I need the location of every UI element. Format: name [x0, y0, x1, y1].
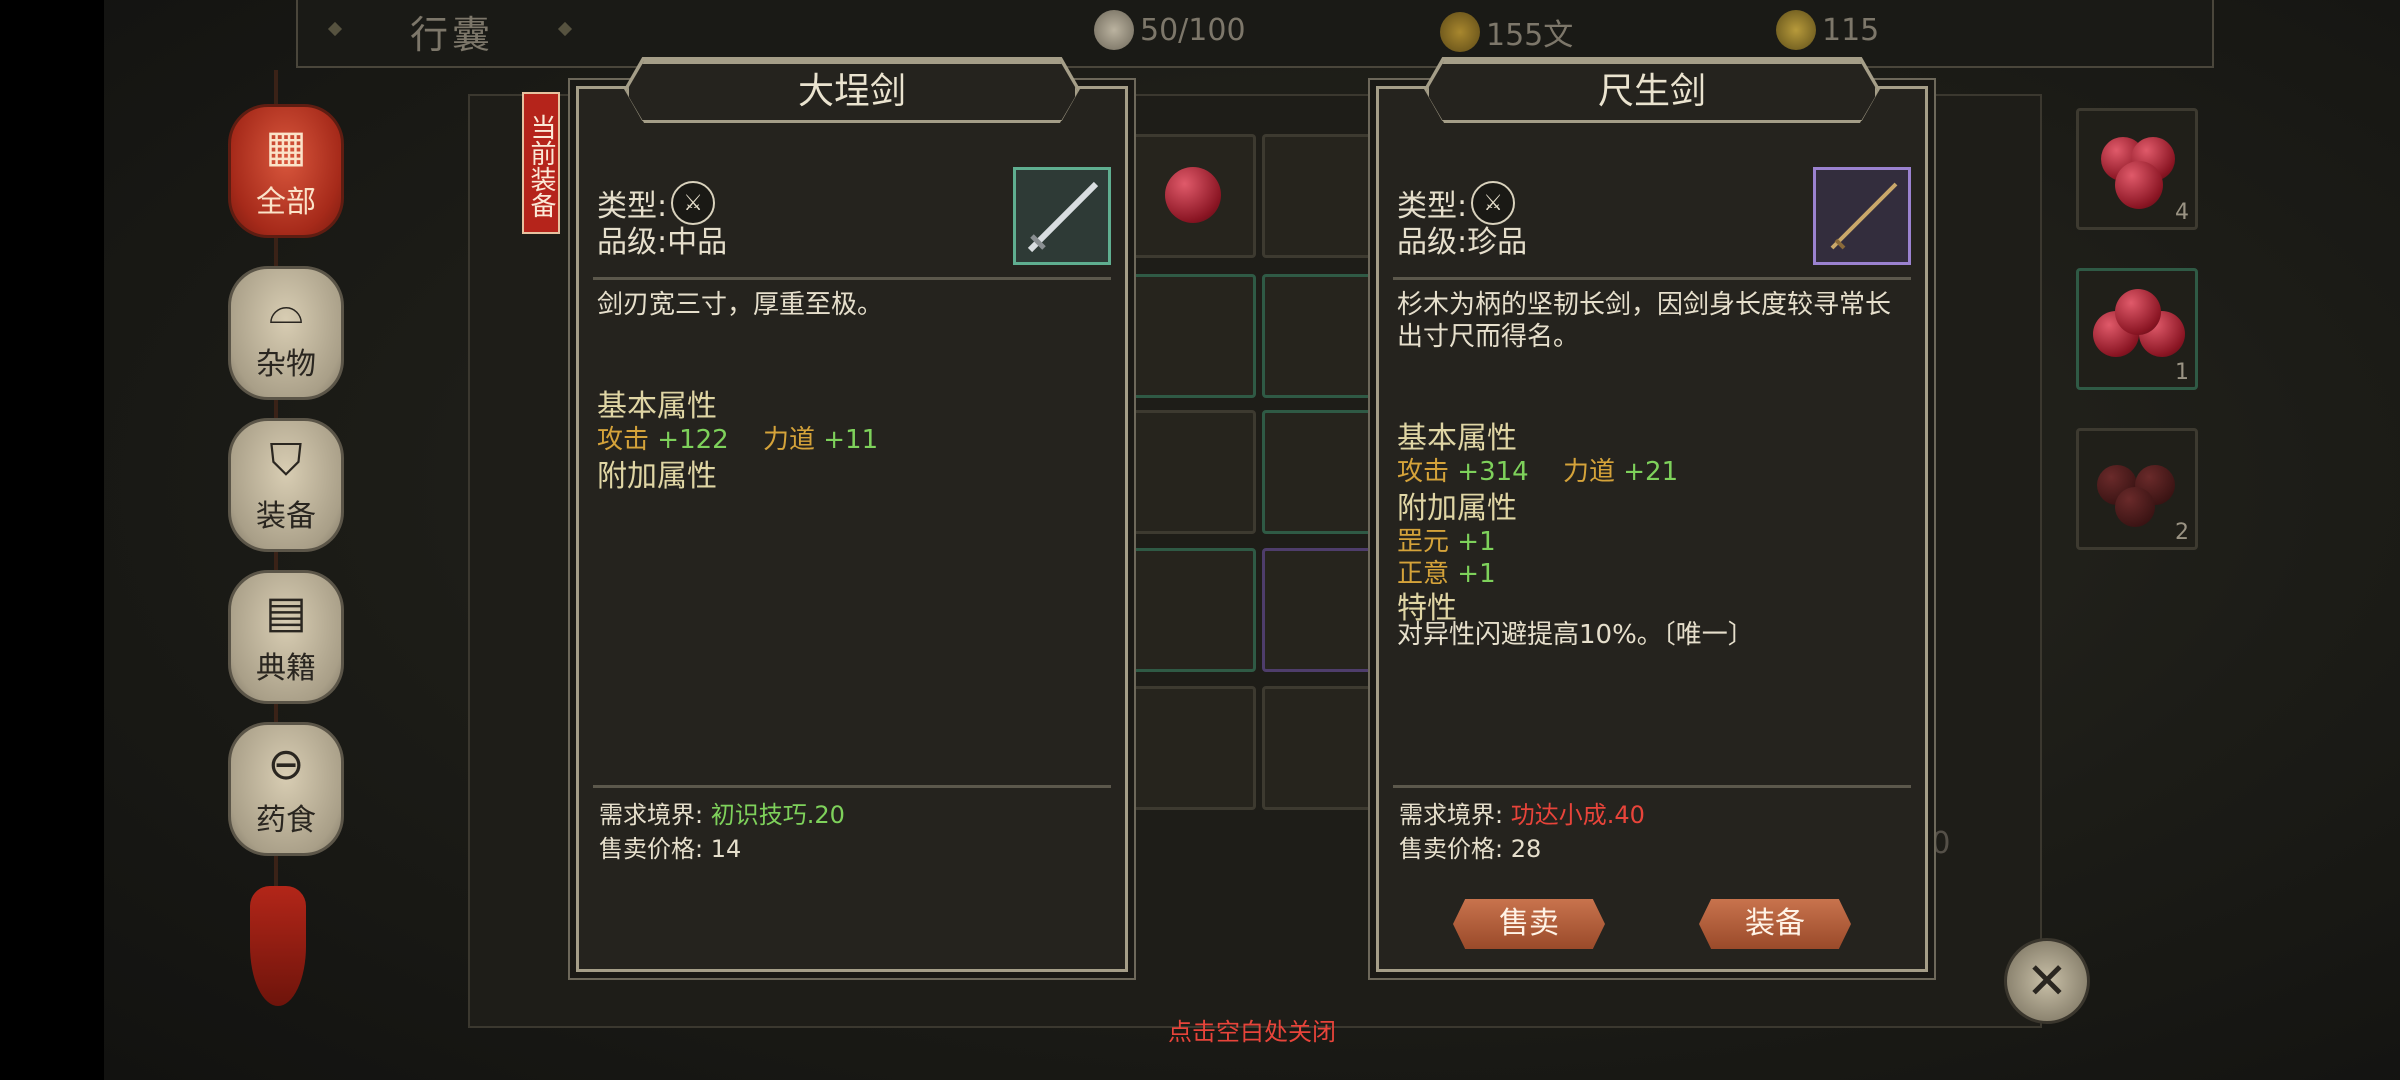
- grade-label: 品级:: [597, 225, 668, 260]
- lantern-tassel: [250, 886, 306, 1006]
- inventory-slot[interactable]: [1262, 274, 1386, 398]
- side-item-slot[interactable]: 2: [2076, 428, 2198, 550]
- tab-books[interactable]: ▤ 典籍: [228, 570, 344, 704]
- price-value: 14: [710, 835, 742, 863]
- inventory-slot[interactable]: [1132, 548, 1256, 672]
- capacity-value: 50/100: [1140, 12, 1246, 48]
- fan-icon: ⌓: [268, 283, 304, 334]
- price-row: 售卖价格: 28: [1399, 829, 1541, 864]
- close-icon: ✕: [2026, 952, 2068, 1010]
- header-ornament: [327, 21, 343, 37]
- item-count: 1: [2175, 360, 2189, 385]
- sell-button[interactable]: 售卖: [1453, 899, 1605, 949]
- requirement-label: 需求境界:: [1399, 801, 1504, 829]
- side-item-slot[interactable]: 1: [2076, 268, 2198, 390]
- armor-icon: ⛉: [269, 435, 303, 486]
- requirement-row: 需求境界: 初识技巧.20: [599, 795, 845, 830]
- requirement-value: 功达小成.40: [1510, 801, 1645, 829]
- item-name: 大埕剑: [626, 61, 1078, 123]
- tab-food[interactable]: ⊖ 药食: [228, 722, 344, 856]
- sword-item-icon: [1813, 167, 1911, 265]
- grade-label: 品级:: [1397, 225, 1468, 260]
- side-item-slot[interactable]: 4: [2076, 108, 2198, 230]
- inventory-slot[interactable]: [1132, 134, 1256, 258]
- attr-value: +1: [1457, 559, 1496, 589]
- divider: [593, 785, 1111, 788]
- tab-all-label: 全部: [256, 185, 316, 220]
- inventory-slot[interactable]: [1132, 686, 1256, 810]
- grade-row: 品级: 中品: [597, 217, 727, 261]
- extra-attr-title: 附加属性: [597, 459, 717, 494]
- inventory-slot[interactable]: [1132, 274, 1256, 398]
- divider: [1393, 785, 1911, 788]
- item-description: 杉木为柄的坚韧长剑，因剑身长度较寻常长出寸尺而得名。: [1397, 290, 1892, 352]
- close-button[interactable]: ✕: [2004, 938, 2090, 1024]
- tab-misc-label: 杂物: [256, 347, 316, 382]
- item-name: 尺生剑: [1426, 61, 1878, 123]
- grid-icon: ▦: [265, 121, 307, 172]
- inventory-title: 行囊: [410, 13, 495, 57]
- requirement-label: 需求境界:: [599, 801, 704, 829]
- item-count: 4: [2175, 200, 2189, 225]
- grade-value: 中品: [667, 225, 728, 260]
- bag-icon: [1094, 10, 1134, 50]
- inventory-slot[interactable]: [1262, 410, 1386, 534]
- inventory-header: 行囊 50/100 155文 115: [296, 0, 2214, 68]
- coins-stat: 155文: [1440, 10, 1573, 54]
- equipped-item-panel: 大埕剑 类型: ⚔ 品级: 中品 剑刃宽三寸，厚重至极。 基本属性 攻击 +12…: [576, 57, 1128, 972]
- divider: [1393, 277, 1911, 280]
- requirement-value: 初识技巧.20: [710, 801, 845, 829]
- grade-value: 珍品: [1467, 225, 1528, 260]
- gold-ingot-icon: [1776, 10, 1816, 50]
- book-icon: ▤: [265, 587, 307, 638]
- attr-key: 力道: [762, 425, 815, 455]
- gold-stat: 115: [1776, 10, 1879, 50]
- attr-value: +21: [1623, 457, 1679, 487]
- inventory-slot[interactable]: [1262, 548, 1386, 672]
- close-hint: 点击空白处关闭: [1168, 1018, 1336, 1046]
- inventory-slot[interactable]: [1262, 134, 1386, 258]
- capacity-stat: 50/100: [1094, 10, 1246, 50]
- header-ornament: [557, 21, 573, 37]
- coin-icon: [1440, 12, 1480, 52]
- inventory-slot[interactable]: [1262, 686, 1386, 810]
- equip-button[interactable]: 装备: [1699, 899, 1851, 949]
- tab-books-label: 典籍: [256, 651, 316, 686]
- coins-value: 155文: [1486, 18, 1574, 53]
- gold-value: 115: [1822, 12, 1880, 48]
- attr-value: +11: [823, 425, 879, 455]
- tab-equip[interactable]: ⛉ 装备: [228, 418, 344, 552]
- compare-item-panel: 尺生剑 类型: ⚔ 品级: 珍品 杉木为柄的坚韧长剑，因剑身长度较寻常长出寸尺而…: [1376, 57, 1928, 972]
- item-count: 2: [2175, 520, 2189, 545]
- tab-misc[interactable]: ⌓ 杂物: [228, 266, 344, 400]
- price-value: 28: [1510, 835, 1542, 863]
- price-row: 售卖价格: 14: [599, 829, 741, 864]
- price-label: 售卖价格:: [1399, 835, 1504, 863]
- tab-equip-label: 装备: [256, 499, 316, 534]
- requirement-row: 需求境界: 功达小成.40: [1399, 795, 1645, 830]
- inventory-slot[interactable]: [1132, 410, 1256, 534]
- current-equipped-badge: 当前装备: [522, 92, 560, 234]
- trait-text: 对异性闪避提高10%。〔唯一〕: [1397, 620, 1754, 650]
- price-label: 售卖价格:: [599, 835, 704, 863]
- tab-all[interactable]: ▦ 全部: [228, 104, 344, 238]
- grade-row: 品级: 珍品: [1397, 217, 1527, 261]
- attr-key: 力道: [1562, 457, 1615, 487]
- item-description: 剑刃宽三寸，厚重至极。: [597, 290, 884, 320]
- divider: [593, 277, 1111, 280]
- tab-food-label: 药食: [256, 803, 316, 838]
- sword-item-icon: [1013, 167, 1111, 265]
- pot-icon: ⊖: [267, 739, 305, 790]
